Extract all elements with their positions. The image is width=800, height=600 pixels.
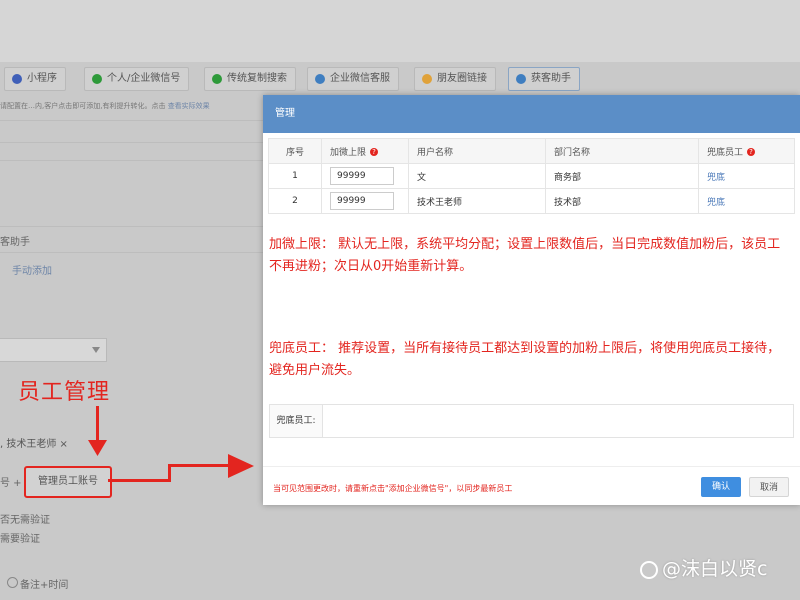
radio-label: 备注+时间 bbox=[20, 580, 69, 591]
note-backup: 兜底员工： 推荐设置，当所有接待员工都达到设置的加粉上限后，将使用兜底员工接待，… bbox=[269, 341, 781, 378]
confirm-button[interactable]: 确认 bbox=[701, 477, 741, 497]
column-header-seq: 序号 bbox=[268, 138, 322, 164]
chip-label: 传统复制搜索 bbox=[227, 73, 287, 84]
annotation-staff-management: 员工管理 bbox=[18, 380, 111, 405]
row-dept: 技术部 bbox=[545, 188, 699, 214]
divider bbox=[0, 252, 263, 253]
backup-link[interactable]: 兜底 bbox=[707, 173, 725, 183]
column-header-user: 用户名称 bbox=[408, 138, 546, 164]
moments-icon bbox=[422, 74, 432, 84]
column-header-label: 加微上限 bbox=[330, 147, 367, 158]
manage-modal: 管理 序号 加微上限? 用户名称 部门名称 兜底员工? 1 99999 文 商务… bbox=[263, 95, 800, 505]
row-dept: 商务部 bbox=[545, 163, 699, 189]
add-account-text: 号 + bbox=[0, 478, 22, 489]
divider bbox=[0, 160, 263, 161]
staff-tag: , 技术王老师 × bbox=[0, 439, 68, 450]
row-user: 技术王老师 bbox=[408, 188, 546, 214]
row-seq: 1 bbox=[268, 163, 322, 189]
table-header-row: 序号 加微上限? 用户名称 部门名称 兜底员工? bbox=[268, 138, 795, 164]
watermark-logo-icon bbox=[640, 560, 658, 579]
background-select[interactable] bbox=[0, 338, 107, 362]
limit-input[interactable]: 99999 bbox=[330, 167, 394, 185]
chip-moments-link[interactable]: 朋友圈链接 bbox=[414, 67, 496, 91]
chip-label: 企业微信客服 bbox=[330, 73, 390, 84]
column-header-label: 兜底员工 bbox=[707, 147, 744, 158]
wechat-icon bbox=[212, 74, 222, 84]
chip-wecom-service[interactable]: 企业微信客服 bbox=[307, 67, 399, 91]
backup-link[interactable]: 兜底 bbox=[707, 198, 725, 208]
row-user: 文 bbox=[408, 163, 546, 189]
chevron-down-icon bbox=[92, 347, 100, 353]
row-seq: 2 bbox=[268, 188, 322, 214]
background-tip: 请配置在…内,客户点击即可添加,有利提升转化。点击 查看实际效果 bbox=[0, 101, 210, 111]
column-header-limit: 加微上限? bbox=[321, 138, 409, 164]
chip-wechat-account[interactable]: 个人/企业微信号 bbox=[84, 67, 190, 91]
mini-program-icon bbox=[12, 74, 22, 84]
divider bbox=[0, 142, 263, 143]
table-row: 2 99999 技术王老师 技术部 兜底 bbox=[268, 188, 795, 214]
help-icon[interactable]: ? bbox=[370, 148, 379, 156]
chip-copy-search[interactable]: 传统复制搜索 bbox=[204, 67, 296, 91]
manage-staff-button[interactable]: 管理员工账号 bbox=[24, 466, 112, 498]
tag-text: 技术王老师 bbox=[6, 439, 57, 450]
staff-table: 序号 加微上限? 用户名称 部门名称 兜底员工? 1 99999 文 商务部 兜… bbox=[268, 138, 795, 214]
chip-customer-assistant[interactable]: 获客助手 bbox=[508, 67, 580, 91]
chip-label: 个人/企业微信号 bbox=[107, 73, 181, 84]
chip-mini-program[interactable]: 小程序 bbox=[4, 67, 66, 91]
footer-tip: 当可见范围更改时，请重新点击"添加企业微信号"，以同步最新员工 bbox=[273, 484, 513, 493]
arrow-head-right-icon bbox=[228, 454, 254, 478]
cancel-button[interactable]: 取消 bbox=[749, 477, 789, 497]
arrow-head-down-icon bbox=[88, 440, 107, 456]
row-limit-cell: 99999 bbox=[321, 163, 409, 189]
close-icon[interactable]: × bbox=[60, 439, 68, 450]
row-backup-cell: 兜底 bbox=[698, 163, 795, 189]
wecom-icon bbox=[315, 74, 325, 84]
row-backup-cell: 兜底 bbox=[698, 188, 795, 214]
manual-add-link[interactable]: 手动添加 bbox=[12, 262, 52, 277]
wechat-icon bbox=[92, 74, 102, 84]
channel-chip-row: 小程序 个人/企业微信号 传统复制搜索 企业微信客服 朋友圈链接 获客助手 bbox=[0, 67, 800, 91]
annotation-arrow-right bbox=[108, 479, 170, 482]
annotation-arrow-right bbox=[168, 464, 230, 467]
tip-link[interactable]: 查看实际效果 bbox=[168, 102, 210, 110]
verify-none-option[interactable]: 否无需验证 bbox=[0, 511, 50, 526]
table-row: 1 99999 文 商务部 兜底 bbox=[268, 163, 795, 189]
divider bbox=[0, 226, 263, 227]
watermark: @沫白以贤c bbox=[640, 554, 767, 581]
help-icon[interactable]: ? bbox=[747, 148, 756, 156]
chip-label: 朋友圈链接 bbox=[437, 73, 487, 84]
chip-label: 小程序 bbox=[27, 73, 57, 84]
background-header bbox=[0, 0, 800, 62]
wecom-icon bbox=[516, 74, 526, 84]
assistant-label: 客助手 bbox=[0, 237, 30, 248]
note-limit: 加微上限： 默认无上限，系统平均分配；设置上限数值后，当日完成数值加粉后，该员工… bbox=[269, 237, 781, 274]
row-limit-cell: 99999 bbox=[321, 188, 409, 214]
limit-input[interactable]: 99999 bbox=[330, 192, 394, 210]
watermark-text: @沫白以贤c bbox=[662, 558, 768, 580]
backup-field-label: 兜底员工: bbox=[270, 405, 323, 437]
modal-title: 管理 bbox=[263, 95, 800, 133]
column-header-dept: 部门名称 bbox=[545, 138, 699, 164]
backup-staff-field[interactable]: 兜底员工: bbox=[269, 404, 794, 438]
radio-button[interactable] bbox=[7, 577, 18, 588]
chip-label: 获客助手 bbox=[531, 73, 571, 84]
modal-footer: 当可见范围更改时，请重新点击"添加企业微信号"，以同步最新员工 确认 取消 bbox=[263, 466, 800, 506]
verify-need-option[interactable]: 需要验证 bbox=[0, 530, 40, 545]
column-header-backup: 兜底员工? bbox=[698, 138, 795, 164]
tip-text: 请配置在…内,客户点击即可添加,有利提升转化。点击 bbox=[0, 102, 166, 110]
divider bbox=[0, 120, 263, 121]
